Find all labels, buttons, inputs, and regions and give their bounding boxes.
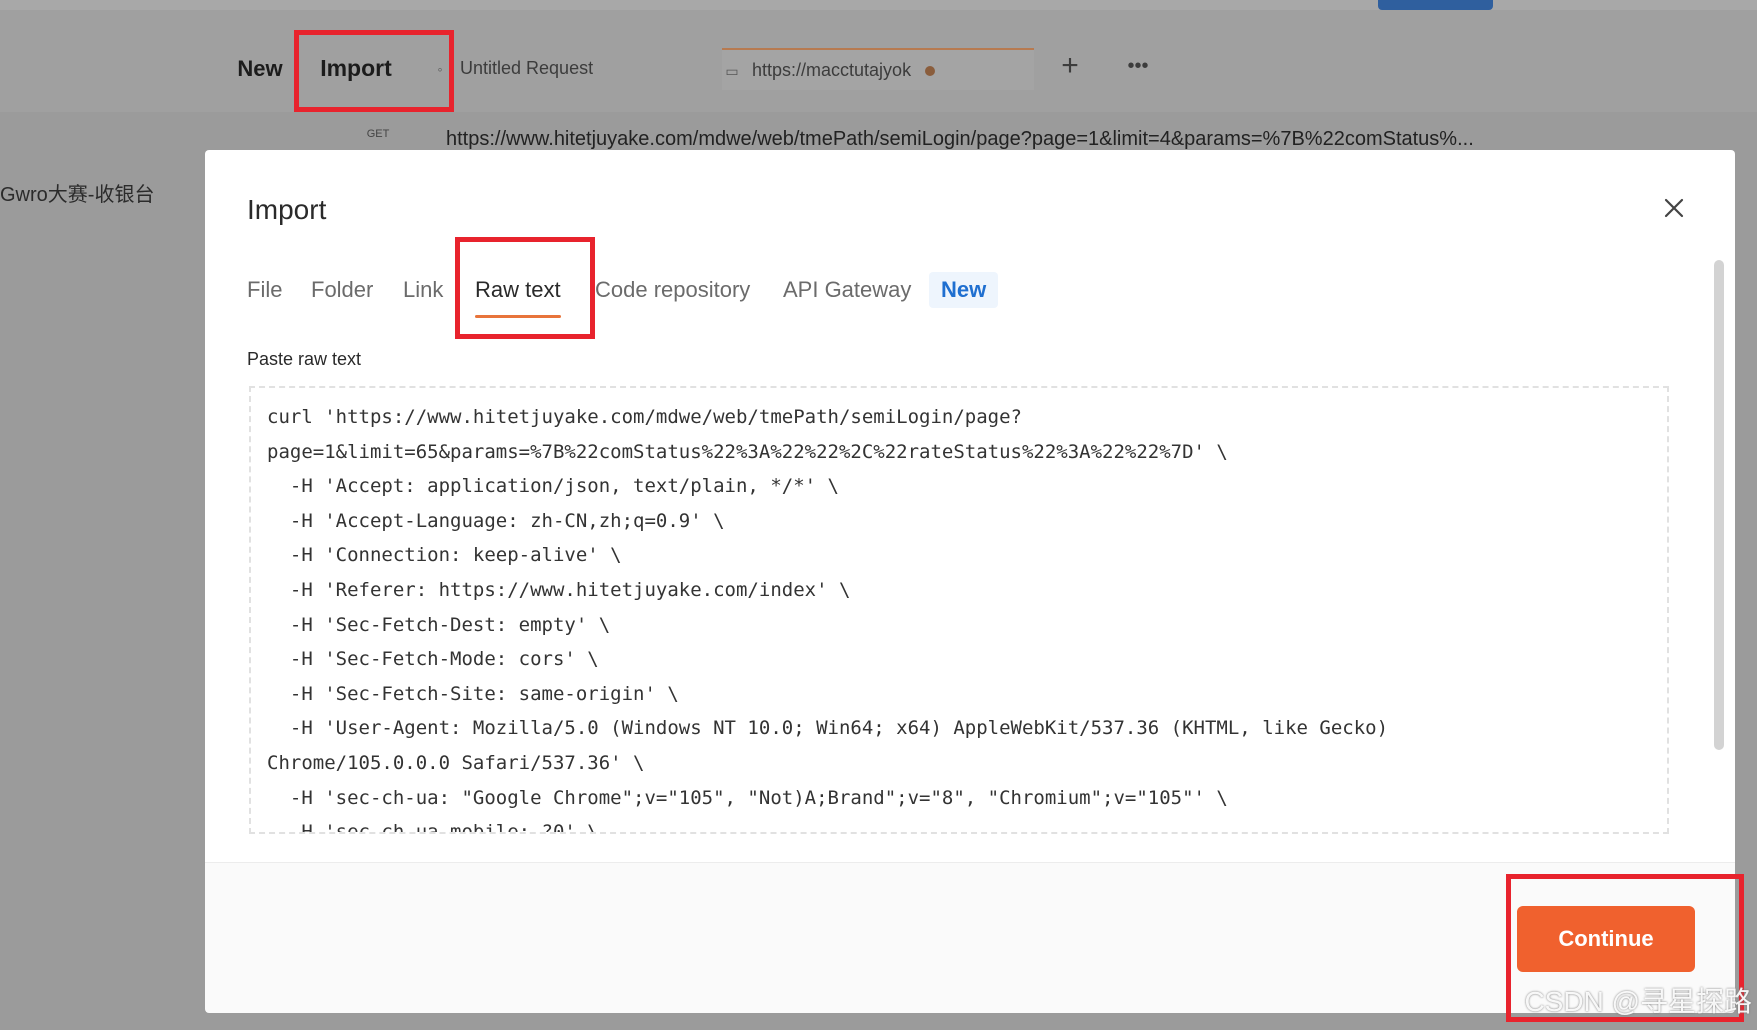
request-method[interactable]: GET: [360, 128, 396, 140]
new-badge: New: [929, 272, 999, 308]
paste-raw-text-label: Paste raw text: [247, 349, 362, 369]
watermark: CSDN @寻星探路: [1524, 986, 1752, 1017]
raw-text-line: Chrome/105.0.0.0 Safari/537.36' \: [267, 751, 645, 774]
sidebar-workspace-title[interactable]: Gwro大赛-收银台: [0, 178, 190, 207]
raw-text-line: curl 'https://www.hitetjuyake.com/mdwe/w…: [267, 406, 1022, 428]
tab-file[interactable]: File: [247, 266, 282, 314]
top-bar-button[interactable]: [1378, 0, 1493, 10]
raw-text-line: -H 'Sec-Fetch-Site: same-origin' \: [267, 682, 679, 705]
raw-text-input[interactable]: curl 'https://www.hitetjuyake.com/mdwe/w…: [249, 386, 1669, 834]
request-tab-active[interactable]: ▭ https://macctutajyok: [722, 48, 1034, 90]
request-tab-label: https://macctutajyok: [752, 60, 912, 80]
modal-scrollbar[interactable]: [1714, 260, 1724, 750]
request-tab-label: Untitled Request: [460, 58, 594, 78]
close-button[interactable]: [1656, 190, 1692, 226]
raw-text-line: -H 'sec-ch-ua-mobile: ?0' \: [267, 821, 599, 834]
more-tabs-button[interactable]: •••: [1120, 46, 1156, 86]
raw-text-line: -H 'Connection: keep-alive' \: [267, 544, 622, 567]
tab-code-repository[interactable]: Code repository: [595, 266, 750, 314]
tab-api-gateway[interactable]: API Gateway: [783, 266, 911, 314]
modal-title: Import: [247, 194, 327, 225]
tab-link[interactable]: Link: [403, 266, 443, 314]
raw-text-line: -H 'Accept-Language: zh-CN,zh;q=0.9' \: [267, 509, 725, 532]
raw-text-line: -H 'Referer: https://www.hitetjuyake.com…: [267, 578, 851, 601]
raw-text-line: -H 'User-Agent: Mozilla/5.0 (Windows NT …: [267, 717, 1389, 740]
http-request-icon: ▭: [725, 63, 739, 79]
raw-text-line: -H 'Sec-Fetch-Mode: cors' \: [267, 648, 599, 671]
close-icon: [1664, 198, 1684, 218]
highlight-box-import: [294, 30, 454, 112]
raw-text-line: page=1&limit=65&params=%7B%22comStatus%2…: [267, 440, 1228, 463]
raw-text-line: -H 'Accept: application/json, text/plain…: [267, 475, 839, 498]
new-button[interactable]: New: [228, 52, 292, 86]
raw-text-content[interactable]: curl 'https://www.hitetjuyake.com/mdwe/w…: [267, 400, 1637, 834]
tab-folder[interactable]: Folder: [311, 266, 373, 314]
top-bar: [0, 0, 1757, 10]
unsaved-dot-icon: [925, 66, 936, 77]
new-tab-button[interactable]: +: [1055, 46, 1085, 86]
raw-text-line: -H 'sec-ch-ua: "Google Chrome";v="105", …: [267, 786, 1228, 809]
request-tab-untitled[interactable]: ◦ Untitled Request: [430, 48, 710, 88]
highlight-box-raw-text: [455, 237, 595, 339]
raw-text-line: -H 'Sec-Fetch-Dest: empty' \: [267, 613, 611, 636]
